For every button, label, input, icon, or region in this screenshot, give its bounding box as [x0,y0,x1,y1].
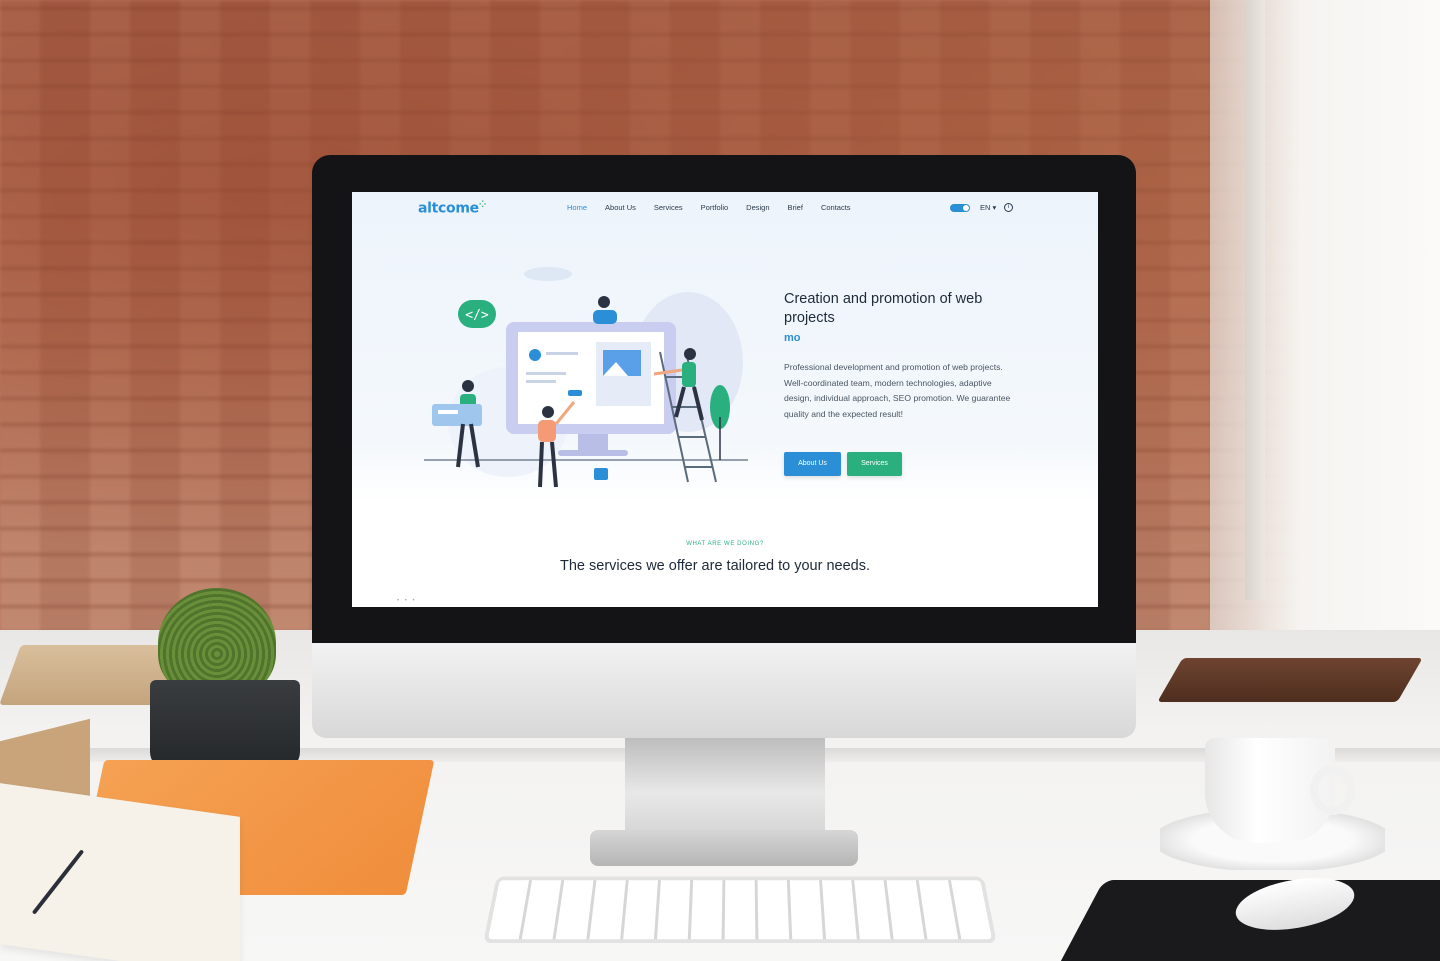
nav-item-contacts[interactable]: Contacts [821,203,851,212]
monitor-stand-foot [590,830,858,866]
language-select[interactable]: EN ▾ [980,203,996,212]
nav-item-portfolio[interactable]: Portfolio [701,203,729,212]
plant-pot [150,680,300,770]
cup-handle [1310,765,1355,815]
paint-bucket [594,468,608,480]
site-header: altcome⁘ Home About Us Services Portfoli… [352,192,1098,226]
nav-item-services[interactable]: Services [654,203,683,212]
logo-text: altcome [418,200,479,217]
slider-dots[interactable]: • • • [397,598,417,604]
hero-description: Professional development and promotion o… [784,362,1011,419]
website-screen: altcome⁘ Home About Us Services Portfoli… [352,192,1098,607]
chevron-down-icon: ▾ [992,203,997,212]
nav-item-home[interactable]: Home [567,203,587,212]
person-top-head [598,296,610,308]
services-section-title: The services we offer are tailored to yo… [559,558,871,574]
illus-card [432,404,482,426]
monitor-chin [312,643,1136,738]
person-left-head [462,380,474,392]
hero-illustration: </> [424,267,748,488]
window-frame [1245,0,1265,600]
logo-dots-icon: ⁘ [478,200,487,210]
illus-monitor-stand [578,434,608,452]
illus-avatar-dot [529,349,541,361]
nav-item-about-us[interactable]: About Us [605,203,636,212]
nav-item-brief[interactable]: Brief [788,203,803,212]
paint-roller [568,390,582,396]
cloud-shape [524,267,572,281]
leather-wallet [1157,658,1423,702]
nav-item-design[interactable]: Design [746,203,769,212]
code-bubble-text: </> [465,308,489,323]
about-us-button[interactable]: About Us [784,452,841,476]
hero-typed-text: mo [784,332,801,344]
site-logo[interactable]: altcome⁘ [418,200,486,217]
info-icon[interactable]: i [1004,203,1013,212]
services-eyebrow: WHAT ARE WE DOING? [686,541,764,547]
language-label: EN [980,203,991,212]
theme-toggle-icon[interactable] [950,204,970,212]
hero-title: Creation and promotion of web projects [784,291,983,326]
keyboard [483,876,997,944]
services-button[interactable]: Services [847,452,902,476]
person-ladder-head [684,348,696,360]
main-menu: Home About Us Services Portfolio Design … [567,203,869,212]
person-woman-head [542,406,554,418]
